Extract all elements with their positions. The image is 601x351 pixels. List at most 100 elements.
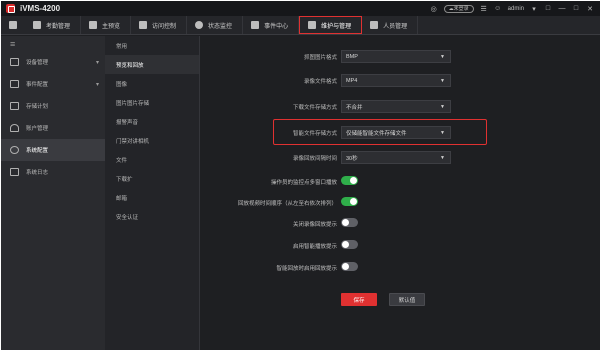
tab-attendance[interactable]: 考勤管理	[25, 16, 82, 34]
title-bar-controls: ◎ ☁ 未登录 ☰ ☺ admin ▾ □ — □ ✕	[430, 1, 594, 16]
multi-window-toggle[interactable]	[341, 176, 358, 185]
subnav-item-access-intercom[interactable]: 门禁对讲相机	[105, 131, 199, 150]
sidebar-item-system-config[interactable]: 系统配置	[1, 139, 105, 161]
subnav-item-security[interactable]: 安全认证	[105, 207, 199, 226]
select-value: 不合并	[346, 104, 363, 111]
module-grid-button[interactable]	[1, 16, 25, 34]
sidebar-item-label: 账户管理	[26, 126, 49, 132]
tab-label: 事件中心	[264, 23, 289, 30]
sidebar-item-label: 事件配置	[26, 82, 49, 88]
subnav-item-email[interactable]: 邮箱	[105, 188, 199, 207]
login-status-label: 未登录	[453, 6, 469, 12]
wrench-icon	[308, 21, 317, 29]
toggle-knob	[350, 198, 357, 205]
title-bar: iVMS-4200 ◎ ☁ 未登录 ☰ ☺ admin ▾ □ — □ ✕	[1, 1, 600, 16]
account-icon	[10, 124, 19, 132]
app-window: iVMS-4200 ◎ ☁ 未登录 ☰ ☺ admin ▾ □ — □ ✕ 考勤…	[1, 1, 600, 350]
subnav-item-download[interactable]: 下载扩	[105, 169, 199, 188]
gear-icon	[10, 146, 19, 154]
capture-format-select[interactable]: BMP ▼	[341, 50, 451, 63]
log-icon	[10, 168, 19, 176]
storage-icon	[10, 102, 19, 110]
toggle-knob	[342, 263, 349, 270]
smart-file-storage-select[interactable]: 仅储能智能文件存储文件 ▼	[341, 126, 451, 139]
sidebar: ≡ 设备管理 ▾ 事件配置 ▾ 存储计划 账户管理 系统配置 系统日志	[1, 36, 105, 350]
module-tab-bar: 考勤管理 主预览 访问控制 状态监控 事件中心 维护与管理 人员管理	[1, 16, 600, 35]
close-icon[interactable]: ✕	[586, 5, 594, 13]
chevron-down-icon: ▾	[95, 59, 99, 66]
select-value: 仅储能智能文件存储文件	[346, 130, 407, 137]
sidebar-item-account-management[interactable]: 账户管理	[1, 117, 105, 139]
smart-playback-hint-toggle[interactable]	[341, 262, 358, 271]
username[interactable]: admin	[508, 6, 524, 12]
subnav-item-preview-playback[interactable]: 预览和回放	[105, 55, 199, 74]
select-value: BMP	[346, 53, 358, 60]
chevron-down-icon: ▾	[95, 81, 99, 88]
door-icon	[139, 21, 148, 29]
sidebar-item-storage-schedule[interactable]: 存储计划	[1, 95, 105, 117]
login-status[interactable]: ☁ 未登录	[443, 4, 474, 13]
globe-icon	[195, 21, 204, 29]
chevron-down-icon[interactable]: ▾	[530, 5, 538, 13]
tab-access-control[interactable]: 访问控制	[131, 16, 188, 34]
tab-label: 维护与管理	[321, 23, 352, 30]
user-icon: ☺	[494, 5, 502, 12]
monitor-icon	[89, 21, 98, 29]
field-label: 抓图图片格式	[303, 55, 337, 61]
field-label: 录像回放间隔时间	[292, 156, 337, 162]
toggle-label: 操作员的监控点多窗口播放	[270, 180, 337, 186]
field-label: 智能文件存储方式	[292, 131, 337, 137]
sidebar-item-label: 系统配置	[26, 148, 49, 154]
toggle-label: 关闭录像回放提示	[292, 222, 337, 228]
lock-icon[interactable]: □	[544, 5, 552, 13]
subnav-item-image[interactable]: 图像	[105, 74, 199, 93]
chevron-down-icon: ▼	[440, 78, 445, 84]
toggle-label: 智能回放时启用回放提示	[276, 266, 337, 272]
playback-order-toggle[interactable]	[341, 197, 358, 206]
maximize-icon[interactable]: □	[572, 5, 580, 13]
subnav-item-file[interactable]: 文件	[105, 150, 199, 169]
playback-interval-select[interactable]: 30秒 ▼	[341, 151, 451, 164]
field-label: 下载文件存储方式	[292, 105, 337, 111]
video-format-select[interactable]: MP4 ▼	[341, 74, 451, 87]
tab-maintenance[interactable]: 维护与管理	[299, 16, 363, 34]
tab-main-preview[interactable]: 主预览	[81, 16, 132, 34]
select-value: 30秒	[346, 155, 358, 162]
subnav-item-general[interactable]: 常用	[105, 36, 199, 55]
sidebar-item-label: 存储计划	[26, 104, 49, 110]
field-label: 录像文件格式	[303, 79, 337, 85]
clock-icon	[33, 21, 41, 29]
sidebar-collapse-button[interactable]: ≡	[1, 36, 105, 51]
sidebar-item-label: 设备管理	[26, 60, 49, 66]
minimize-icon[interactable]: —	[558, 5, 566, 13]
tab-label: 状态监控	[208, 23, 233, 30]
subnav-item-alarm-sound[interactable]: 报警声音	[105, 112, 199, 131]
config-subnav: 常用 预览和回放 图像 图片图片存储 报警声音 门禁对讲相机 文件 下载扩 邮箱…	[105, 36, 200, 350]
sidebar-item-event-config[interactable]: 事件配置 ▾	[1, 73, 105, 95]
sidebar-item-system-log[interactable]: 系统日志	[1, 161, 105, 183]
select-value: MP4	[346, 77, 358, 84]
chevron-down-icon: ▼	[440, 104, 445, 110]
sidebar-item-device-management[interactable]: 设备管理 ▾	[1, 51, 105, 73]
tab-label: 考勤管理	[46, 23, 71, 30]
toggle-knob	[342, 219, 349, 226]
tab-status-monitor[interactable]: 状态监控	[187, 16, 244, 34]
restore-defaults-button[interactable]: 默认值	[389, 293, 425, 306]
close-playback-prompt-toggle[interactable]	[341, 218, 358, 227]
grid-icon	[9, 21, 17, 29]
tab-people[interactable]: 人员管理	[362, 16, 419, 34]
tab-label: 访问控制	[152, 23, 177, 30]
chevron-down-icon: ▼	[440, 155, 445, 161]
list-icon[interactable]: ☰	[480, 5, 488, 13]
device-icon	[10, 58, 19, 66]
app-title: iVMS-4200	[20, 4, 61, 13]
smart-playback-prompt-toggle[interactable]	[341, 240, 358, 249]
save-button[interactable]: 保存	[341, 293, 377, 306]
toggle-label: 回放视频时间顺序（从左至右依次排列）	[237, 201, 337, 207]
people-icon	[370, 21, 379, 29]
toggle-label: 启用智能播放提示	[292, 244, 337, 250]
tab-event-center[interactable]: 事件中心	[243, 16, 300, 34]
subnav-item-picture-storage[interactable]: 图片图片存储	[105, 93, 199, 112]
download-storage-select[interactable]: 不合并 ▼	[341, 100, 451, 113]
bell-icon[interactable]: ◎	[430, 5, 438, 13]
